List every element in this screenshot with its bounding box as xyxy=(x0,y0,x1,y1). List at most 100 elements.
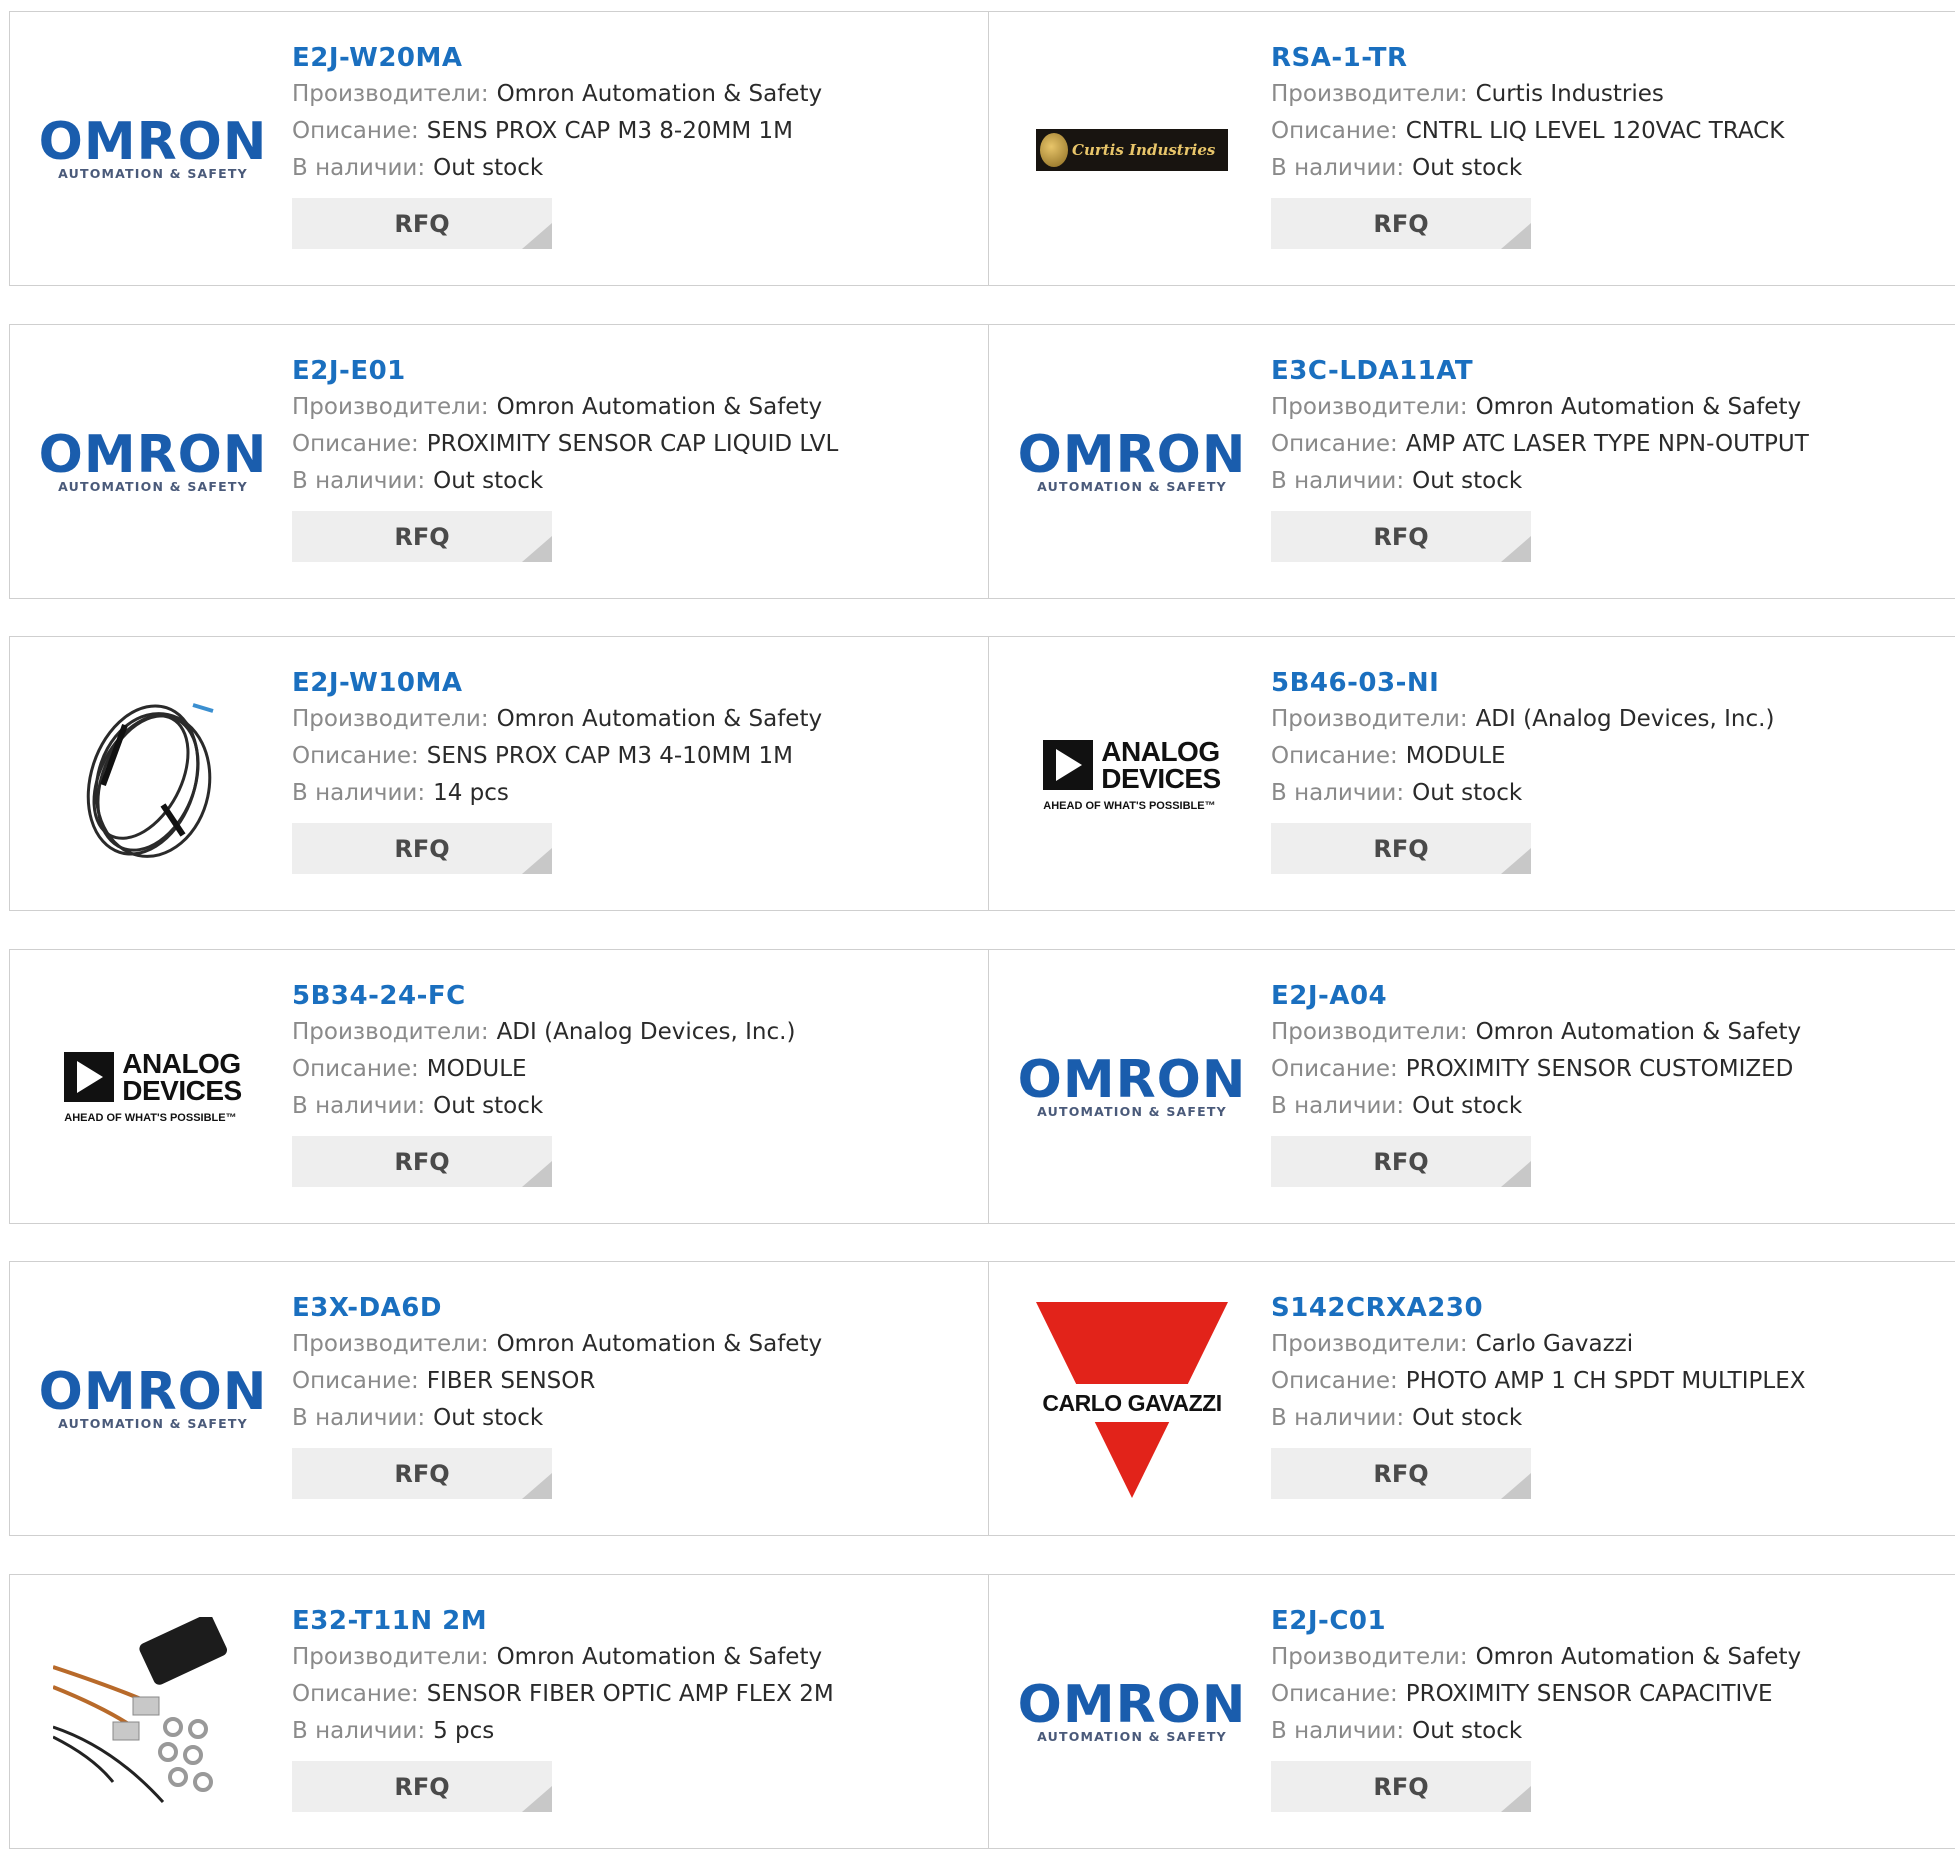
part-number-link[interactable]: E2J-A04 xyxy=(1271,978,1801,1014)
carlo-gavazzi-logo: CARLO GAVAZZI xyxy=(1032,1300,1232,1500)
description-label: Описание: xyxy=(1271,1055,1398,1082)
description-row: Описание: PROXIMITY SENSOR CUSTOMIZED xyxy=(1271,1051,1801,1088)
description-value: PHOTO AMP 1 CH SPDT MULTIPLEX xyxy=(1405,1368,1806,1394)
adi-logo-tagline: AHEAD OF WHAT'S POSSIBLE™ xyxy=(1043,799,1216,812)
rfq-button-label: RFQ xyxy=(394,210,450,238)
product-image[interactable]: OMRON AUTOMATION & SAFETY xyxy=(39,375,267,550)
description-label: Описание: xyxy=(1271,1368,1398,1394)
part-number-link[interactable]: RSA-1-TR xyxy=(1271,40,1784,76)
omron-logo-subtext: AUTOMATION & SAFETY xyxy=(1037,1103,1227,1119)
rfq-button[interactable]: RFQ xyxy=(292,198,552,249)
rfq-button-label: RFQ xyxy=(394,835,450,863)
stock-row: В наличии: Out stock xyxy=(292,463,838,500)
stock-row: В наличии: Out stock xyxy=(1271,775,1774,812)
product-image[interactable]: ANALOG DEVICES AHEAD OF WHAT'S POSSIBLE™ xyxy=(48,1000,258,1175)
part-number-link[interactable]: E2J-W20MA xyxy=(292,40,822,76)
rfq-button[interactable]: RFQ xyxy=(292,510,552,562)
adi-logo-tagline: AHEAD OF WHAT'S POSSIBLE™ xyxy=(64,1112,237,1124)
description-row: Описание: FIBER SENSOR xyxy=(292,1363,822,1400)
manufacturer-row: Производители: Omron Automation & Safety xyxy=(292,389,838,426)
manufacturer-label: Производители: xyxy=(1271,81,1468,107)
product-image[interactable]: Curtis Industries xyxy=(1027,62,1237,237)
stock-row: В наличии: 14 pcs xyxy=(292,775,822,812)
part-number-link[interactable]: 5B34-24-FC xyxy=(292,978,795,1014)
rfq-button[interactable]: RFQ xyxy=(1271,510,1531,562)
description-row: Описание: PROXIMITY SENSOR CAP LIQUID LVL xyxy=(292,426,838,463)
manufacturer-row: Производители: Omron Automation & Safety xyxy=(1271,1014,1801,1051)
product-image[interactable]: OMRON AUTOMATION & SAFETY xyxy=(1018,375,1246,550)
part-number-link[interactable]: E3C-LDA11AT xyxy=(1271,353,1809,389)
curtis-badge-icon xyxy=(1040,132,1068,167)
description-row: Описание: SENSOR FIBER OPTIC AMP FLEX 2M xyxy=(292,1676,834,1713)
corner-fold-icon xyxy=(522,1785,552,1812)
description-label: Описание: xyxy=(1271,1680,1398,1707)
rfq-button-label: RFQ xyxy=(1373,835,1429,863)
adi-logo-line1: ANALOG xyxy=(122,1048,241,1079)
manufacturer-row: Производители: Omron Automation & Safety xyxy=(1271,389,1809,426)
manufacturer-value: ADI (Analog Devices, Inc.) xyxy=(496,1018,796,1045)
product-card: OMRON AUTOMATION & SAFETY E2J-E01 Произв… xyxy=(9,323,989,599)
rfq-button[interactable]: RFQ xyxy=(1271,1135,1531,1187)
manufacturer-row: Производители: ADI (Analog Devices, Inc.) xyxy=(1271,701,1774,738)
rfq-button[interactable]: RFQ xyxy=(292,1448,552,1499)
product-card: CARLO GAVAZZI S142CRXA230 Производители:… xyxy=(989,1261,1955,1536)
rfq-button[interactable]: RFQ xyxy=(1271,1448,1531,1499)
description-label: Описание: xyxy=(292,1680,419,1707)
manufacturer-value: Omron Automation & Safety xyxy=(496,393,823,420)
manufacturer-label: Производители: xyxy=(1271,1018,1468,1045)
manufacturer-value: ADI (Analog Devices, Inc.) xyxy=(1475,706,1775,732)
description-value: SENS PROX CAP M3 4-10MM 1M xyxy=(426,743,793,769)
description-value: MODULE xyxy=(426,1055,527,1082)
rfq-button[interactable]: RFQ xyxy=(1271,198,1531,249)
product-image[interactable]: OMRON AUTOMATION & SAFETY xyxy=(39,1312,267,1487)
rfq-button[interactable]: RFQ xyxy=(292,1135,552,1187)
stock-label: В наличии: xyxy=(292,1405,426,1431)
product-image[interactable] xyxy=(48,1617,258,1804)
product-image[interactable]: ANALOG DEVICES AHEAD OF WHAT'S POSSIBLE™ xyxy=(1027,687,1237,862)
description-label: Описание: xyxy=(1271,118,1398,144)
description-label: Описание: xyxy=(292,1368,419,1394)
stock-row: В наличии: Out stock xyxy=(292,1400,822,1437)
description-row: Описание: AMP ATC LASER TYPE NPN-OUTPUT xyxy=(1271,426,1809,463)
stock-row: В наличии: Out stock xyxy=(292,1088,795,1125)
stock-value: Out stock xyxy=(1412,1092,1523,1119)
part-number-link[interactable]: E32-T11N 2M xyxy=(292,1603,834,1639)
part-number-link[interactable]: E2J-W10MA xyxy=(292,665,822,701)
part-number-link[interactable]: S142CRXA230 xyxy=(1271,1290,1806,1326)
part-number-link[interactable]: E2J-C01 xyxy=(1271,1603,1801,1639)
omron-logo-subtext: AUTOMATION & SAFETY xyxy=(58,166,248,181)
omron-logo-text: OMRON xyxy=(1017,1674,1247,1735)
product-image[interactable]: OMRON AUTOMATION & SAFETY xyxy=(1018,1625,1246,1800)
play-triangle-icon xyxy=(64,1052,115,1102)
rfq-button[interactable]: RFQ xyxy=(1271,1760,1531,1812)
play-triangle-icon xyxy=(1043,739,1094,790)
curtis-logo: Curtis Industries xyxy=(1036,128,1228,171)
stock-label: В наличии: xyxy=(292,467,426,494)
stock-label: В наличии: xyxy=(292,155,426,181)
stock-label: В наличии: xyxy=(1271,467,1405,494)
description-row: Описание: SENS PROX CAP M3 4-10MM 1M xyxy=(292,738,822,775)
rfq-button[interactable]: RFQ xyxy=(292,1760,552,1812)
product-image[interactable]: CARLO GAVAZZI xyxy=(1027,1301,1237,1498)
rfq-button[interactable]: RFQ xyxy=(292,823,552,874)
product-image[interactable]: OMRON AUTOMATION & SAFETY xyxy=(39,62,267,237)
rfq-button-label: RFQ xyxy=(394,1147,450,1176)
stock-label: В наличии: xyxy=(292,1717,426,1744)
stock-value: Out stock xyxy=(1412,780,1523,806)
product-image[interactable]: OMRON AUTOMATION & SAFETY xyxy=(1018,1000,1246,1175)
description-label: Описание: xyxy=(1271,743,1398,769)
rfq-button[interactable]: RFQ xyxy=(1271,823,1531,874)
rfq-button-label: RFQ xyxy=(1373,1147,1429,1176)
corner-fold-icon xyxy=(1501,848,1531,874)
stock-label: В наличии: xyxy=(1271,1092,1405,1119)
adi-logo-line2: DEVICES xyxy=(1101,762,1221,794)
cable-photo xyxy=(86,702,214,858)
part-number-link[interactable]: 5B46-03-NI xyxy=(1271,665,1774,701)
product-image[interactable] xyxy=(48,687,258,862)
part-number-link[interactable]: E3X-DA6D xyxy=(292,1290,822,1326)
corner-fold-icon xyxy=(1501,1473,1531,1499)
description-row: Описание: PHOTO AMP 1 CH SPDT MULTIPLEX xyxy=(1271,1363,1806,1400)
manufacturer-label: Производители: xyxy=(292,81,489,107)
description-value: CNTRL LIQ LEVEL 120VAC TRACK xyxy=(1405,118,1785,144)
part-number-link[interactable]: E2J-E01 xyxy=(292,353,838,389)
